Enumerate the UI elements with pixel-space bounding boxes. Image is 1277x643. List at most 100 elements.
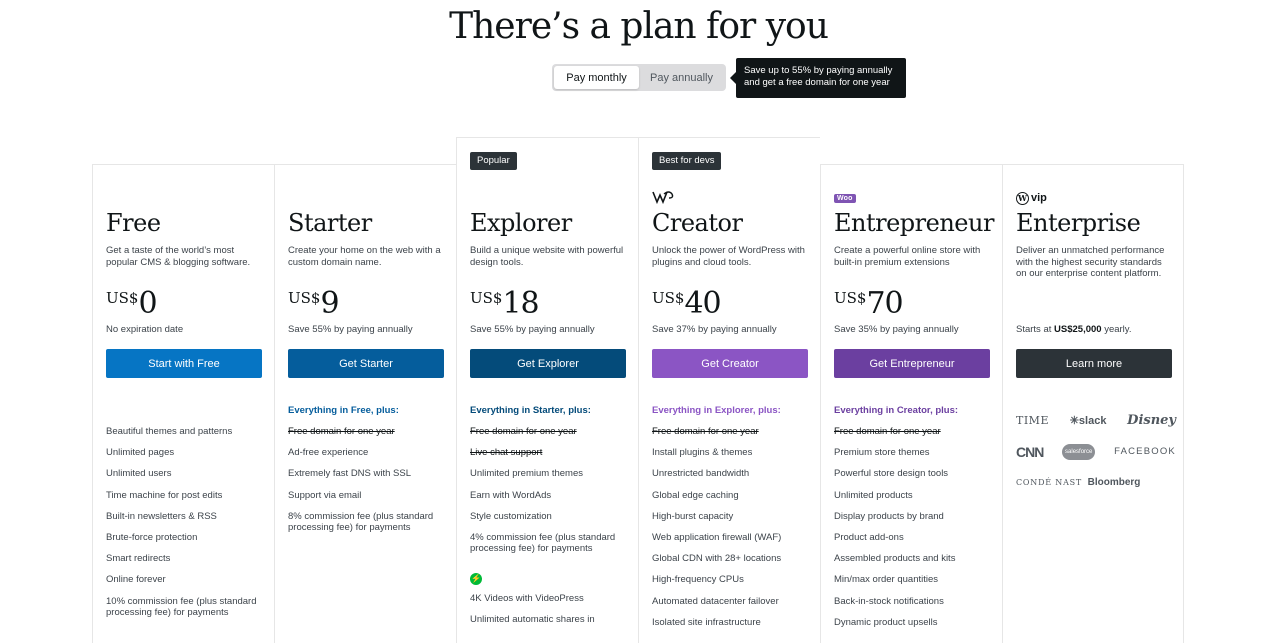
feature-item: 4% commission fee (plus standard process… [470, 531, 616, 555]
get-entrepreneur-button[interactable]: Get Entrepreneur [834, 349, 990, 378]
plan-description: Create a powerful online store with buil… [834, 245, 981, 268]
plan-name: Entrepreneur [834, 209, 994, 237]
feature-item: Time machine for post edits [106, 489, 223, 501]
price-amount: 9 [320, 286, 339, 321]
price-amount: 40 [684, 286, 721, 321]
woo-logo-icon: Woo [834, 191, 856, 205]
customer-logos: TIME ✳slack Disney CNN salesforce FACEBO… [1016, 405, 1176, 498]
salesforce-logo: salesforce [1062, 443, 1096, 460]
feature-item: Global edge caching [652, 489, 739, 501]
feature-item: Earn with WordAds [470, 489, 552, 501]
feature-item: Free domain for one year [652, 426, 759, 437]
bloomberg-logo: Bloomberg [1087, 477, 1141, 488]
feature-item: Smart redirects [106, 553, 171, 565]
bolt-icon: ⚡ [470, 572, 482, 585]
feature-item: Powerful store design tools [834, 468, 949, 480]
feature-item: 8% commission fee (plus standard process… [288, 510, 434, 534]
plan-name: Free [106, 209, 161, 237]
feature-item: Display products by brand [834, 510, 944, 522]
feature-item: Support via email [288, 489, 362, 501]
feature-item: Automated datacenter failover [652, 595, 779, 607]
price-note: Save 55% by paying annually [288, 324, 413, 335]
feature-item: Back-in-stock notifications [834, 595, 944, 607]
feature-item: Assembled products and kits [834, 553, 956, 565]
cnn-logo: CNN [1016, 443, 1044, 460]
popular-badge: Popular [470, 152, 517, 170]
feature-item: Web application firewall (WAF) [652, 531, 782, 543]
learn-more-button[interactable]: Learn more [1016, 349, 1172, 378]
best-for-devs-badge: Best for devs [652, 152, 722, 170]
plan-description: Deliver an unmatched performance with th… [1016, 245, 1165, 279]
feature-item: Global CDN with 28+ locations [652, 553, 782, 565]
plan-card-free: Free Get a taste of the world’s most pop… [92, 164, 274, 643]
plan-description: Build a unique website with powerful des… [470, 245, 624, 268]
price-note: No expiration date [106, 324, 184, 335]
feature-item: Unrestricted bandwidth [652, 468, 750, 480]
feature-item: 4K Videos with VideoPress [470, 592, 584, 604]
feature-item: 10% commission fee (plus standard proces… [106, 595, 257, 619]
woo-logo-text: Woo [834, 193, 856, 203]
feature-item: Live chat support [470, 447, 543, 459]
get-creator-button[interactable]: Get Creator [652, 349, 808, 378]
feature-item: Built-in newsletters & RSS [106, 510, 217, 522]
plan-description: Get a taste of the world’s most popular … [106, 245, 251, 268]
plan-name: Enterprise [1016, 209, 1141, 237]
price-currency: US$ [470, 289, 503, 307]
pay-annually-option[interactable]: Pay annually [639, 66, 724, 89]
plan-description: Create your home on the web with a custo… [288, 245, 441, 268]
conde-nast-logo: CONDÉ NAST [1016, 478, 1083, 487]
feature-item: Free domain for one year [470, 426, 577, 437]
get-starter-button[interactable]: Get Starter [288, 349, 444, 378]
price-currency: US$ [106, 289, 139, 307]
wordpress-icon: W [1016, 191, 1029, 205]
feature-item: Extremely fast DNS with SSL [288, 468, 412, 480]
plan-card-explorer: Popular Explorer Build a unique website … [456, 137, 638, 643]
feature-list: Free domain for one year Premium store t… [834, 426, 992, 638]
feature-item: Isolated site infrastructure [652, 616, 761, 628]
time-logo: TIME [1016, 414, 1049, 427]
facebook-logo: FACEBOOK [1114, 446, 1176, 457]
price-note: Save 37% by paying annually [652, 324, 777, 335]
plan-name: Explorer [470, 209, 572, 237]
price-amount: 70 [866, 286, 903, 321]
feature-item: High-burst capacity [652, 510, 734, 522]
start-with-free-button[interactable]: Start with Free [106, 349, 262, 378]
feature-item: Premium store themes [834, 447, 930, 459]
plan-card-starter: Starter Create your home on the web with… [274, 164, 456, 643]
plans-grid: Free Get a taste of the world’s most pop… [92, 137, 1186, 643]
plan-card-enterprise: Wvip Enterprise Deliver an unmatched per… [1002, 164, 1184, 643]
feature-item: Install plugins & themes [652, 447, 753, 459]
plan-price: US$ 18 [470, 286, 540, 321]
feature-item: Unlimited pages [106, 447, 175, 459]
price-amount: 18 [502, 286, 539, 321]
feature-item: Unlimited premium themes [470, 468, 583, 480]
feature-item: Ad-free experience [288, 447, 369, 459]
get-explorer-button[interactable]: Get Explorer [470, 349, 626, 378]
price-amount: 0 [138, 286, 157, 321]
pay-monthly-option[interactable]: Pay monthly [554, 66, 639, 89]
feature-item: Free domain for one year [288, 426, 395, 437]
wp-cloud-logo-icon [652, 190, 674, 204]
feature-list: Beautiful themes and patterns Unlimited … [106, 426, 264, 628]
feature-item: Unlimited automatic shares in [470, 614, 595, 626]
slack-logo: ✳slack [1069, 415, 1107, 427]
feature-list: Free domain for one year Install plugins… [652, 426, 810, 638]
disney-logo: Disney [1127, 413, 1176, 428]
price-note: Save 35% by paying annually [834, 324, 959, 335]
feature-item: Style customization [470, 510, 552, 522]
billing-toggle[interactable]: Pay monthly Pay annually [552, 64, 726, 91]
videopress-icon-row: ⚡ [470, 572, 628, 585]
price-currency: US$ [652, 289, 685, 307]
features-heading: Everything in Free, plus: [288, 405, 399, 416]
feature-item: Dynamic product upsells [834, 616, 938, 628]
feature-item: Online forever [106, 574, 166, 586]
feature-item: Free domain for one year [834, 426, 941, 437]
feature-item: Brute-force protection [106, 531, 198, 543]
plan-name: Creator [652, 209, 743, 237]
feature-item: Min/max order quantities [834, 574, 939, 586]
plan-price: US$ 40 [652, 286, 722, 321]
annual-savings-tooltip: Save up to 55% by paying annually and ge… [730, 58, 906, 98]
feature-item: Beautiful themes and patterns [106, 426, 233, 437]
plan-description: Unlock the power of WordPress with plugi… [652, 245, 805, 268]
feature-item: Unlimited users [106, 468, 172, 480]
